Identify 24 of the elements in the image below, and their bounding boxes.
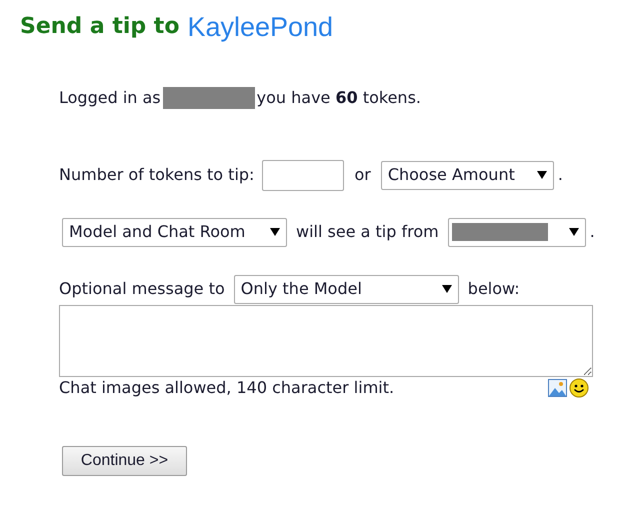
image-icon[interactable] [548, 379, 567, 397]
tokens-input[interactable] [262, 160, 344, 190]
message-label: Optional message to [59, 278, 225, 300]
smiley-icon[interactable] [569, 378, 589, 398]
amount-dropdown[interactable]: Choose Amount [380, 160, 554, 190]
period-text: . [558, 164, 563, 186]
token-balance-text: you have 60 tokens. [256, 87, 421, 109]
tokens-label: Number of tokens to tip: [59, 164, 254, 186]
dropdown-arrow-icon [568, 228, 579, 236]
below-text: below: [468, 278, 520, 300]
continue-button[interactable]: Continue >> [62, 446, 187, 476]
model-link[interactable]: KayleePond [187, 12, 334, 42]
or-text: or [354, 164, 371, 186]
dropdown-arrow-icon [442, 285, 452, 293]
limit-note: Chat images allowed, 140 character limit. [59, 377, 394, 399]
login-text: Logged in as [59, 87, 161, 109]
dropdown-arrow-icon [536, 171, 547, 179]
dropdown-arrow-icon [270, 228, 280, 236]
tip-from-text: will see a tip from [296, 221, 439, 243]
recipient-dropdown[interactable]: Only the Model [234, 274, 459, 304]
visibility-dropdown[interactable]: Model and Chat Room [62, 218, 287, 246]
heading-text: Send a tip to [20, 13, 180, 41]
sender-dropdown[interactable] [448, 218, 586, 246]
period-text: . [590, 221, 595, 243]
